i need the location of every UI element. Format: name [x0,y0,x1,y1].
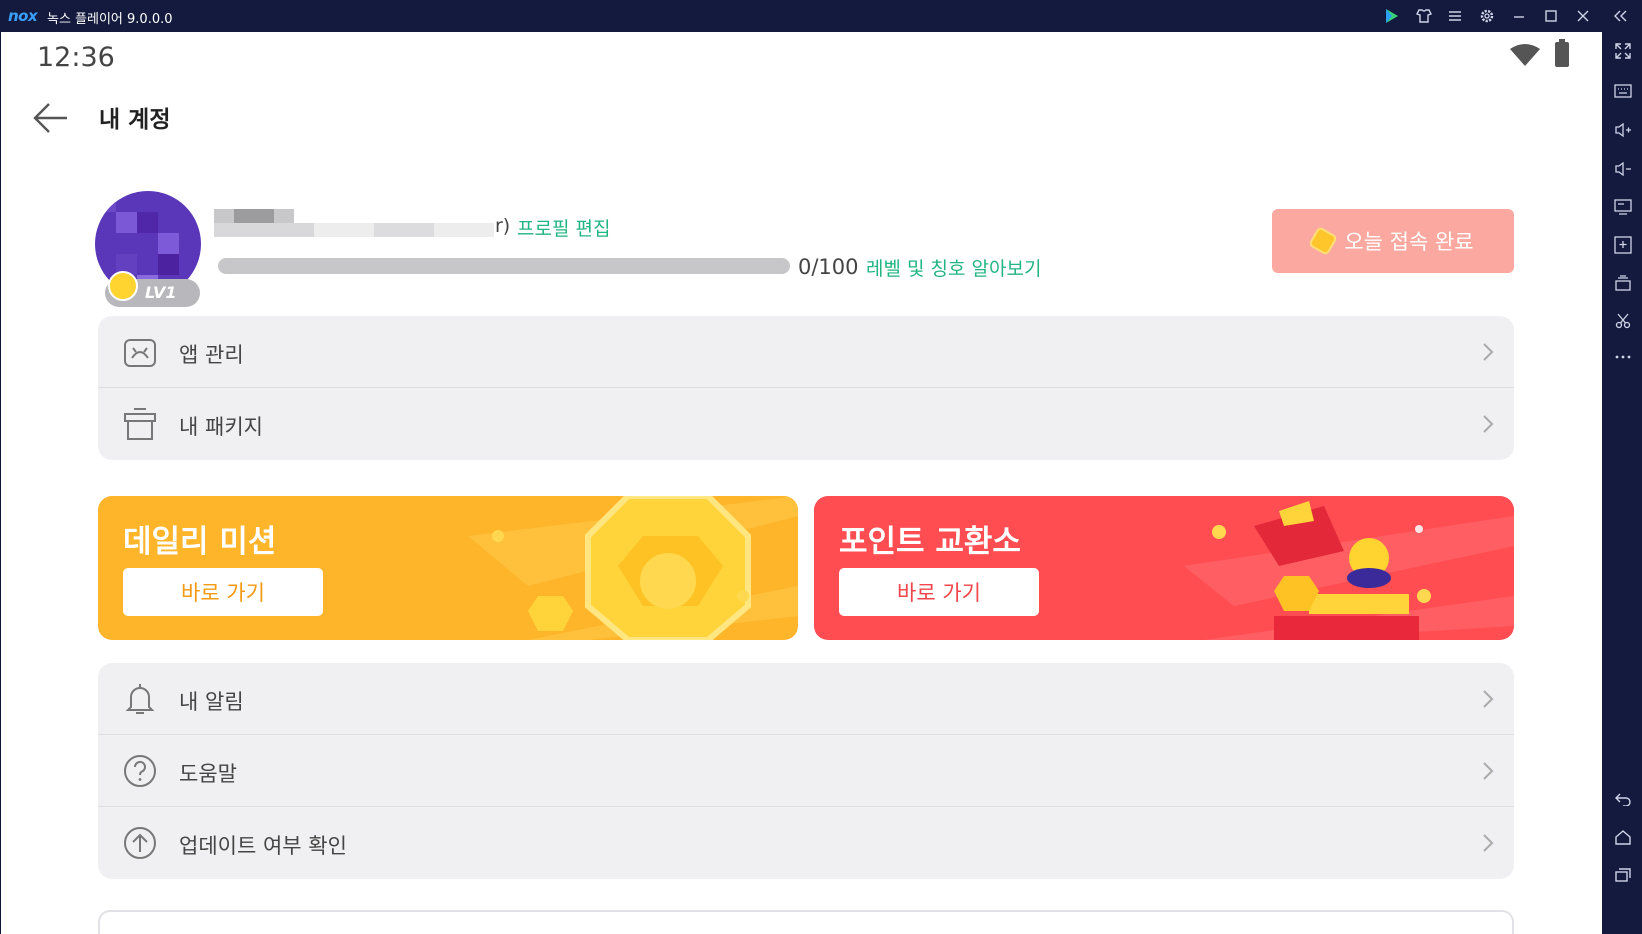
volume-down-icon[interactable] [1612,158,1634,180]
menu-group-bottom: 내 알림 도움말 업데이트 여부 확인 [98,663,1514,879]
chevron-right-icon [1480,341,1496,363]
point-exchange-go-button[interactable]: 바로 가기 [839,568,1039,616]
nox-logo: nox [8,7,38,25]
emulator-titlebar: nox 녹스 플레이어 9.0.0.0 [0,0,1642,32]
maximize-icon[interactable] [1541,6,1561,26]
level-badge: LV1 [105,271,200,307]
point-exchange-card[interactable]: 포인트 교환소 바로 가기 [814,496,1514,640]
menu-item-notifications[interactable]: 내 알림 [98,663,1514,735]
bee-icon [108,271,138,301]
xp-text: 0/100 [798,255,859,279]
chevron-right-icon [1480,760,1496,782]
hexagon-coin-illustration [468,496,798,640]
daily-mission-card[interactable]: 데일리 미션 바로 가기 [98,496,798,640]
coin-icon [1308,225,1339,257]
settings-icon[interactable] [1477,6,1497,26]
collapse-icon[interactable] [1610,6,1630,26]
multi-instance-icon[interactable] [1612,272,1634,294]
bottom-card [98,910,1514,934]
home-shirt-icon[interactable] [1414,6,1434,26]
close-icon[interactable] [1573,6,1593,26]
update-icon [122,825,158,861]
play-store-icon[interactable] [1382,6,1402,26]
menu-item-label: 내 패키지 [179,415,263,439]
status-time: 12:36 [37,42,115,73]
page-title: 내 계정 [99,107,171,133]
menu-item-update-check[interactable]: 업데이트 여부 확인 [98,807,1514,879]
keyboard-icon[interactable] [1612,80,1634,102]
menu-icon[interactable] [1445,6,1465,26]
username-redacted [214,205,494,247]
chevron-right-icon [1480,688,1496,710]
chevron-right-icon [1480,413,1496,435]
apk-install-icon[interactable] [1612,234,1634,256]
back-icon[interactable] [1612,788,1634,810]
bell-icon [122,681,158,717]
help-icon [122,753,158,789]
emulator-toolbar [1602,32,1642,934]
minimize-icon[interactable] [1509,6,1529,26]
gift-box-bee-illustration [1184,501,1514,640]
checkin-button-label: 오늘 접속 완료 [1344,230,1474,254]
username-tail: r) [495,215,511,237]
xp-progress-bar [218,258,790,274]
menu-item-label: 앱 관리 [179,343,244,367]
daily-mission-title: 데일리 미션 [123,524,277,560]
battery-icon [1555,39,1569,67]
wifi-icon [1509,44,1541,70]
menu-item-label: 내 알림 [179,690,244,714]
home-icon[interactable] [1612,826,1634,848]
menu-item-label: 도움말 [179,762,237,786]
edit-profile-link[interactable]: 프로필 편집 [517,214,610,241]
menu-item-app-management[interactable]: 앱 관리 [98,316,1514,388]
level-info-link[interactable]: 레벨 및 칭호 알아보기 [866,254,1041,281]
chevron-right-icon [1480,832,1496,854]
menu-item-help[interactable]: 도움말 [98,735,1514,807]
more-icon[interactable] [1612,346,1634,368]
scissors-icon[interactable] [1612,310,1634,332]
recent-apps-icon[interactable] [1612,864,1634,886]
daily-mission-go-button[interactable]: 바로 가기 [123,568,323,616]
app-screen: 12:36 내 계정 LV1 r) 프로필 편집 0/100 레벨 및 칭호 알… [1,32,1602,934]
point-exchange-title: 포인트 교환소 [839,524,1021,560]
gift-box-icon [122,406,158,442]
menu-item-my-packages[interactable]: 내 패키지 [98,388,1514,460]
menu-item-label: 업데이트 여부 확인 [179,834,347,858]
level-badge-label: LV1 [145,283,177,302]
screen-icon[interactable] [1612,196,1634,218]
window-title: 녹스 플레이어 9.0.0.0 [47,12,173,27]
menu-group-top: 앱 관리 내 패키지 [98,316,1514,460]
back-button[interactable] [31,98,71,138]
checkin-button[interactable]: 오늘 접속 완료 [1272,209,1514,273]
fullscreen-icon[interactable] [1612,40,1634,62]
android-icon [122,334,158,370]
volume-up-icon[interactable] [1612,119,1634,141]
